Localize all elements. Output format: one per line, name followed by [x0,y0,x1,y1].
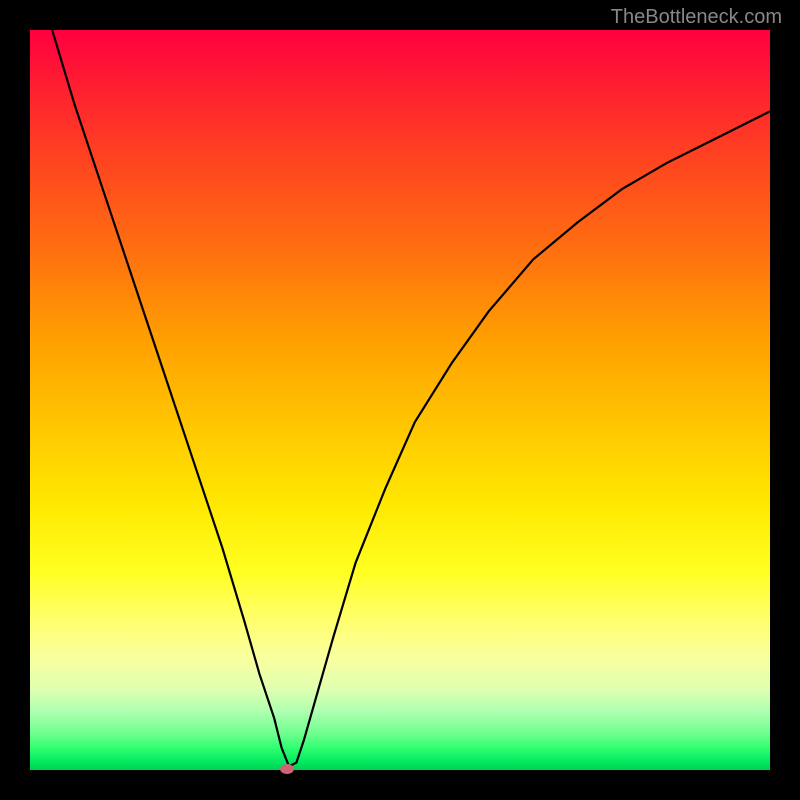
bottleneck-curve [30,30,770,770]
chart-container: TheBottleneck.com [0,0,800,800]
minimum-marker [280,764,294,774]
watermark-text: TheBottleneck.com [611,6,782,29]
plot-area [30,30,770,770]
